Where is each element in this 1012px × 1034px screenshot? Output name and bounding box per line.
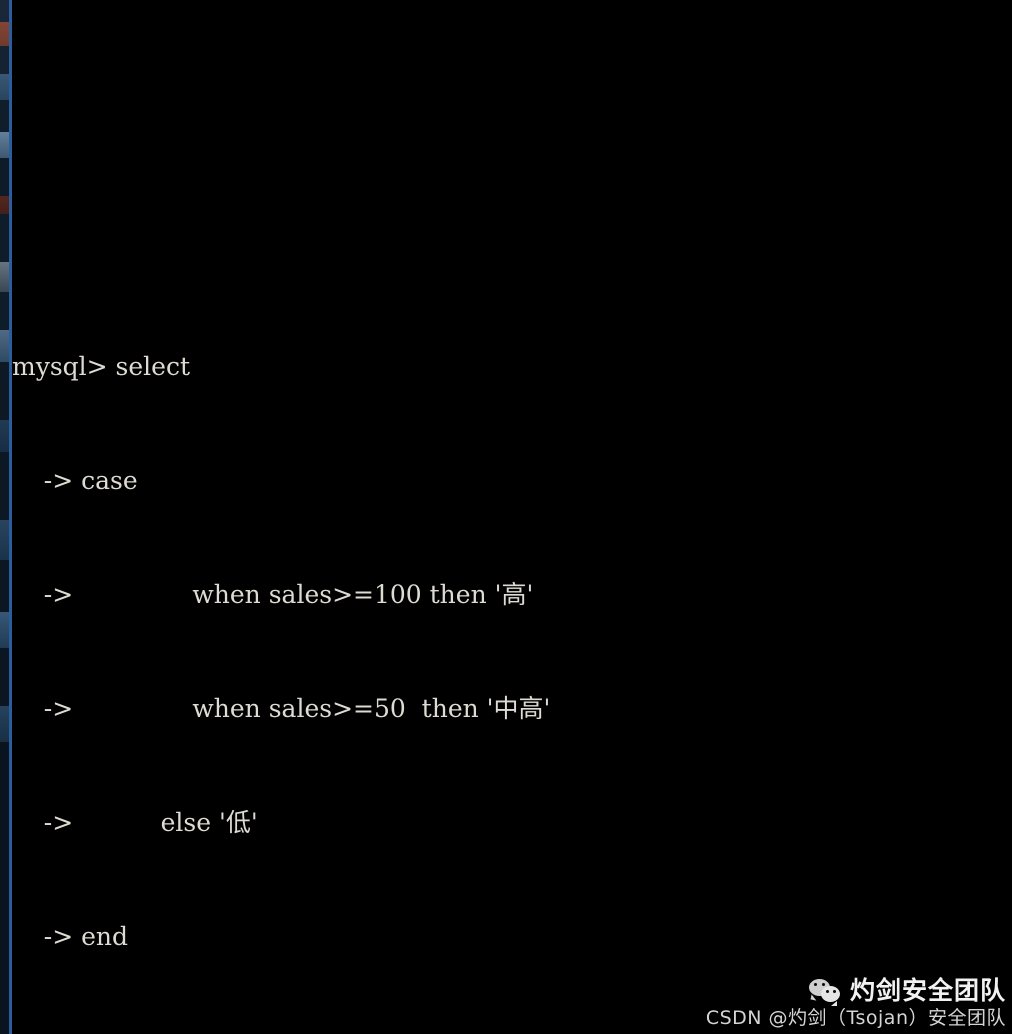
background-window-sliver[interactable] [0,0,9,1034]
query-block: mysql> select -> case -> when sales>=100… [12,272,1012,1034]
prompt-line-select: mysql> select [12,352,191,381]
prompt-line-when-50: -> when sales>=50 then '中高' [12,694,551,723]
prompt-line-else: -> else '低' [12,808,258,837]
top-spacer [12,114,1012,120]
screen-root: mysql> select -> case -> when sales>=100… [0,0,1012,1034]
prompt-line-case: -> case [12,466,138,495]
prompt-line-end: -> end [12,922,129,951]
prompt-line-when-100: -> when sales>=100 then '高' [12,580,534,609]
mysql-terminal[interactable]: mysql> select -> case -> when sales>=100… [12,0,1012,1034]
